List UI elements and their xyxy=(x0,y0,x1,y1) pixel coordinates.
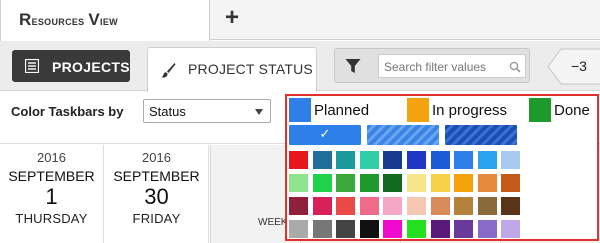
end-date-weekday: FRIDAY xyxy=(132,211,181,226)
color-swatch[interactable] xyxy=(501,151,521,169)
color-by-select[interactable]: Status xyxy=(143,99,271,123)
legend-planned-swatch[interactable] xyxy=(289,98,311,122)
color-swatch[interactable] xyxy=(312,151,332,169)
checkmark-icon: ✓ xyxy=(319,126,331,141)
color-swatch[interactable] xyxy=(312,197,332,215)
tab-project-status-label: PROJECT STATUS xyxy=(188,61,313,77)
view-tab-bar: Resources View + xyxy=(0,0,600,41)
color-swatch[interactable] xyxy=(430,220,450,238)
search-filter-placeholder: Search filter values xyxy=(384,60,487,74)
color-swatch[interactable] xyxy=(430,151,450,169)
color-swatch[interactable] xyxy=(383,220,403,238)
color-swatch[interactable] xyxy=(336,151,356,169)
start-date-year: 2016 xyxy=(37,150,66,165)
list-icon xyxy=(25,59,39,73)
end-date: 2016 SEPTEMBER 30 FRIDAY xyxy=(105,145,209,243)
color-swatch[interactable] xyxy=(407,220,426,238)
color-swatch[interactable] xyxy=(289,220,308,238)
color-swatch[interactable] xyxy=(289,151,308,169)
color-swatch[interactable] xyxy=(312,174,332,192)
pattern-row: ✓ xyxy=(289,125,599,145)
grid-line xyxy=(210,145,211,243)
pattern-solid-option[interactable]: ✓ xyxy=(289,125,361,145)
toolbar: PROJECTS PROJECT STATUS Search filter va… xyxy=(0,41,600,92)
color-swatch[interactable] xyxy=(359,174,379,192)
color-swatch[interactable] xyxy=(407,174,426,192)
color-swatch[interactable] xyxy=(454,220,474,238)
color-swatch[interactable] xyxy=(312,220,332,238)
end-date-day: 30 xyxy=(144,184,169,209)
search-icon xyxy=(509,61,521,73)
color-swatch[interactable] xyxy=(407,197,426,215)
start-date-month: SEPTEMBER xyxy=(8,168,95,184)
tab-resources-view-label: Resources View xyxy=(19,10,118,29)
search-filter-input[interactable]: Search filter values xyxy=(378,54,526,78)
color-swatch[interactable] xyxy=(289,197,308,215)
color-by-value: Status xyxy=(149,104,186,119)
start-date-weekday: THURSDAY xyxy=(15,211,88,226)
filter-box: Search filter values xyxy=(334,48,530,83)
color-swatch[interactable] xyxy=(501,174,521,192)
color-swatch[interactable] xyxy=(454,197,474,215)
tab-resources-view[interactable]: Resources View xyxy=(0,0,210,41)
projects-button-label: PROJECTS xyxy=(52,59,130,75)
dropdown-arrow-icon xyxy=(255,109,263,115)
zoom-step-label: −3 xyxy=(571,58,587,74)
color-swatch[interactable] xyxy=(383,151,403,169)
color-swatch[interactable] xyxy=(477,174,497,192)
color-swatch[interactable] xyxy=(359,197,379,215)
paintbrush-icon xyxy=(161,63,176,78)
color-swatch[interactable] xyxy=(359,151,379,169)
start-date: 2016 SEPTEMBER 1 THURSDAY xyxy=(0,145,104,243)
week-label: WEEK xyxy=(258,217,288,228)
color-swatch[interactable] xyxy=(383,197,403,215)
color-swatch[interactable] xyxy=(477,220,497,238)
color-swatch[interactable] xyxy=(336,220,356,238)
pattern-light-stripes-option[interactable] xyxy=(367,125,439,145)
color-swatch[interactable] xyxy=(289,174,308,192)
projects-button[interactable]: PROJECTS xyxy=(12,50,130,82)
color-swatch[interactable] xyxy=(383,174,403,192)
legend-in-progress-label: In progress xyxy=(432,102,508,119)
color-swatch[interactable] xyxy=(430,197,450,215)
legend-done-swatch[interactable] xyxy=(529,98,551,122)
legend-done-label: Done xyxy=(554,102,590,119)
filter-icon[interactable] xyxy=(345,58,361,74)
color-swatch[interactable] xyxy=(477,197,497,215)
start-date-day: 1 xyxy=(45,184,58,209)
color-swatch[interactable] xyxy=(501,220,521,238)
color-swatch[interactable] xyxy=(336,197,356,215)
tab-project-status[interactable]: PROJECT STATUS xyxy=(147,47,317,92)
legend-in-progress-swatch[interactable] xyxy=(407,98,429,122)
color-swatch[interactable] xyxy=(454,174,474,192)
color-swatch[interactable] xyxy=(501,197,521,215)
end-date-month: SEPTEMBER xyxy=(113,168,200,184)
color-swatch[interactable] xyxy=(407,151,426,169)
color-swatch[interactable] xyxy=(336,174,356,192)
color-swatch[interactable] xyxy=(359,220,379,238)
end-date-year: 2016 xyxy=(142,150,171,165)
color-swatch[interactable] xyxy=(477,151,497,169)
color-swatch[interactable] xyxy=(454,151,474,169)
zoom-step-button[interactable]: −3 xyxy=(547,48,600,85)
add-view-button[interactable]: + xyxy=(221,6,243,31)
color-taskbars-label: Color Taskbars by xyxy=(11,104,124,119)
color-swatch[interactable] xyxy=(430,174,450,192)
legend-planned-label: Planned xyxy=(314,102,370,119)
color-picker-popup: Planned In progress Done ✓ xyxy=(285,94,599,241)
pattern-dark-stripes-option[interactable] xyxy=(445,125,517,145)
